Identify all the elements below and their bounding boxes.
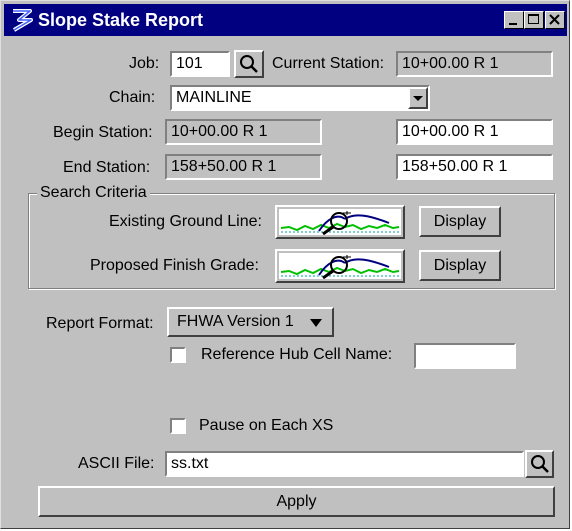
app-icon [12, 9, 33, 32]
search-criteria-title: Search Criteria [37, 184, 150, 202]
proposed-finish-grade-label: Proposed Finish Grade: [90, 257, 259, 274]
end-station-input[interactable]: 158+50.00 R 1 [396, 154, 553, 180]
magnifier-icon [531, 455, 549, 473]
reference-hub-checkbox[interactable] [170, 347, 186, 363]
title-bar[interactable]: Slope Stake Report [4, 4, 567, 36]
graph-icon [279, 253, 401, 279]
dropdown-arrow-icon [413, 96, 423, 101]
close-button[interactable] [545, 11, 565, 29]
dropdown-arrow-icon [310, 319, 322, 327]
chain-value: MAINLINE [176, 89, 252, 106]
graph-icon [279, 209, 401, 235]
ascii-file-browse-button[interactable] [525, 450, 554, 478]
job-input[interactable]: 101 [170, 51, 230, 77]
begin-station-input[interactable]: 10+00.00 R 1 [396, 119, 553, 145]
proposed-display-button[interactable]: Display [419, 250, 501, 281]
chain-dropdown-button[interactable] [408, 87, 428, 109]
minimize-button[interactable] [504, 11, 524, 29]
existing-display-button[interactable]: Display [419, 206, 501, 237]
pause-checkbox[interactable] [170, 418, 186, 434]
chain-select[interactable]: MAINLINE [170, 85, 430, 111]
slope-stake-window: Slope Stake Report Job: 101 Current Stat… [0, 0, 570, 529]
window-title: Slope Stake Report [38, 10, 204, 30]
existing-ground-line-button[interactable] [275, 205, 405, 239]
report-format-value: FHWA Version 1 [177, 313, 294, 330]
minimize-icon [509, 23, 517, 25]
begin-station-value: 10+00.00 R 1 [165, 119, 322, 145]
ascii-file-input[interactable]: ss.txt [165, 451, 524, 477]
job-label: Job: [129, 55, 160, 72]
report-format-label: Report Format: [46, 315, 154, 332]
reference-hub-input[interactable] [414, 343, 516, 369]
current-station-value: 10+00.00 R 1 [396, 51, 553, 77]
ascii-file-label: ASCII File: [78, 455, 155, 472]
proposed-finish-grade-button[interactable] [275, 249, 405, 283]
report-format-dropdown[interactable]: FHWA Version 1 [167, 307, 334, 337]
pause-label: Pause on Each XS [199, 417, 334, 434]
maximize-button[interactable] [524, 11, 544, 29]
existing-ground-line-label: Existing Ground Line: [109, 213, 262, 230]
maximize-icon [528, 14, 539, 24]
job-search-button[interactable] [234, 50, 264, 78]
apply-button[interactable]: Apply [38, 486, 555, 517]
end-station-label: End Station: [63, 159, 151, 176]
begin-station-label: Begin Station: [53, 124, 153, 141]
chain-label: Chain: [109, 89, 156, 106]
end-station-value: 158+50.00 R 1 [165, 154, 322, 180]
current-station-label: Current Station: [272, 55, 385, 72]
reference-hub-label: Reference Hub Cell Name: [201, 346, 393, 363]
magnifier-icon [240, 55, 258, 73]
close-icon [549, 14, 560, 25]
